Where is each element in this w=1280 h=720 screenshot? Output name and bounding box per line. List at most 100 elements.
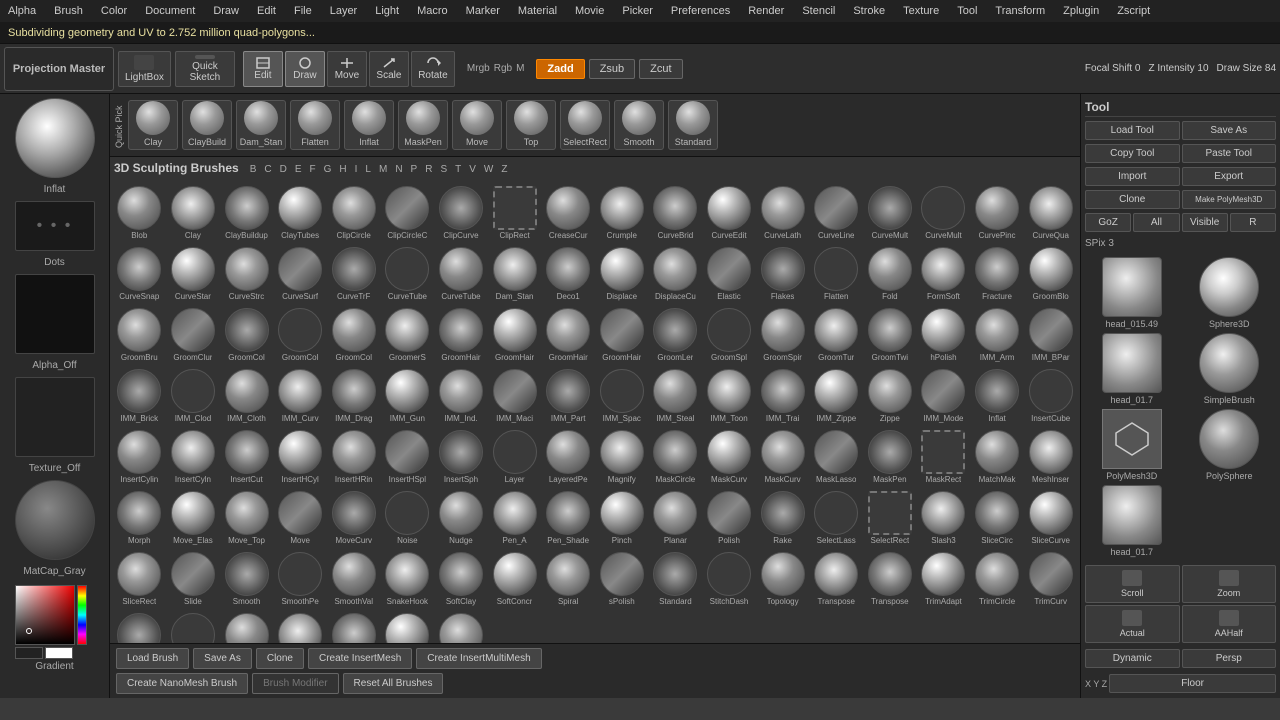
copy-tool-btn[interactable]: Copy Tool [1085, 144, 1180, 163]
brush-item-groomcol[interactable]: GroomCol [328, 306, 379, 364]
zsub-btn[interactable]: Zsub [589, 59, 635, 79]
brush-item-movetop[interactable]: Move_Top [221, 489, 272, 547]
brush-item-transpose[interactable]: Transpose [811, 550, 862, 608]
brush-item-immcloth[interactable]: IMM_Cloth [221, 367, 272, 425]
brush-item-immgun[interactable]: IMM_Gun [382, 367, 433, 425]
brush-item-groomler[interactable]: GroomLer [650, 306, 701, 364]
brush-item-trimlasso[interactable]: TrimLasso [168, 611, 219, 643]
brush-item-maskrect[interactable]: MaskRect [918, 428, 969, 486]
brush-item-curvemult[interactable]: CurveMult [865, 184, 916, 242]
brush-item-trimcircle[interactable]: TrimCircle [972, 550, 1023, 608]
brush-item-curveline[interactable]: CurveLine [811, 184, 862, 242]
brush-item-smoothpe[interactable]: SmoothPe [275, 550, 326, 608]
brush-item-trimdynar[interactable]: TrimDynar [114, 611, 165, 643]
brush-item-groomhair[interactable]: GroomHair [543, 306, 594, 364]
brush-item-cliprect[interactable]: ClipRect [489, 184, 540, 242]
menu-picker[interactable]: Picker [618, 5, 657, 17]
brush-item-curvemult[interactable]: CurveMult [918, 184, 969, 242]
brush-item-immspac[interactable]: IMM_Spac [596, 367, 647, 425]
brush-item-curvetube[interactable]: CurveTube [436, 245, 487, 303]
qp-brush-standard[interactable]: Standard [668, 100, 718, 150]
brush-item-curvesurf[interactable]: CurveSurf [275, 245, 326, 303]
brush-item-inflat[interactable]: Inflat [972, 367, 1023, 425]
menu-stroke[interactable]: Stroke [849, 5, 889, 17]
brush-item-wavel[interactable]: Wavel [275, 611, 326, 643]
brush-item-smoothval[interactable]: SmoothVal [328, 550, 379, 608]
brush-item-groomblo[interactable]: GroomBlo [1025, 245, 1076, 303]
brush-item-pinch[interactable]: Pinch [596, 489, 647, 547]
brush-item-fracture[interactable]: Fracture [972, 245, 1023, 303]
brush-item-clipcurve[interactable]: ClipCurve [436, 184, 487, 242]
sphere3d-tool[interactable]: Sphere3D [1183, 257, 1277, 329]
save-as-tool-btn[interactable]: Save As [1182, 121, 1277, 140]
brush-item-groomspl[interactable]: GroomSpl [704, 306, 755, 364]
brush-item-groomspir[interactable]: GroomSpir [757, 306, 808, 364]
edit-btn[interactable]: Edit [243, 51, 283, 87]
brush-item-groomhair[interactable]: GroomHair [436, 306, 487, 364]
brush-item-masklasso[interactable]: MaskLasso [811, 428, 862, 486]
alpha-filter-m[interactable]: M [376, 163, 390, 176]
alpha-filter-r[interactable]: R [422, 163, 435, 176]
menu-transform[interactable]: Transform [991, 5, 1049, 17]
import-btn[interactable]: Import [1085, 167, 1180, 186]
menu-tool[interactable]: Tool [953, 5, 981, 17]
head-tool-1[interactable]: head_015.49 [1085, 257, 1179, 329]
scale-btn[interactable]: Scale [369, 51, 409, 87]
brush-item-flakes[interactable]: Flakes [757, 245, 808, 303]
brush-item-polish[interactable]: Polish [704, 489, 755, 547]
brush-item-inserthspl[interactable]: InsertHSpl [382, 428, 433, 486]
brush-item-slicecirc[interactable]: SliceCirc [972, 489, 1023, 547]
brush-item-curvestar[interactable]: CurveStar [168, 245, 219, 303]
head-tool-2[interactable]: head_01.7 [1085, 333, 1179, 405]
brush-item-spiral[interactable]: Spiral [543, 550, 594, 608]
brush-item-magnify[interactable]: Magnify [596, 428, 647, 486]
goz-btn[interactable]: GoZ [1085, 213, 1131, 232]
brush-item-insertsph[interactable]: InsertSph [436, 428, 487, 486]
brush-item-curvelath[interactable]: CurveLath [757, 184, 808, 242]
brush-item-morph[interactable]: Morph [114, 489, 165, 547]
brush-item-transpose[interactable]: Transpose [865, 550, 916, 608]
alpha-filter-f[interactable]: F [307, 163, 319, 176]
brush-item-displace[interactable]: Displace [596, 245, 647, 303]
zcut-btn[interactable]: Zcut [639, 59, 682, 79]
brush-item-rake[interactable]: Rake [757, 489, 808, 547]
move-btn[interactable]: Move [327, 51, 367, 87]
texture-preview[interactable] [15, 377, 95, 457]
persp-btn[interactable]: Persp [1182, 649, 1277, 668]
menu-alpha[interactable]: Alpha [4, 5, 40, 17]
alpha-filter-d[interactable]: D [277, 163, 290, 176]
brush-item-immdrag[interactable]: IMM_Drag [328, 367, 379, 425]
matcap-preview[interactable] [15, 480, 95, 560]
create-insertmulti-btn[interactable]: Create InsertMultiMesh [416, 648, 541, 669]
brush-item-move[interactable]: Move [275, 489, 326, 547]
brush-item-zproject[interactable]: ZProject [382, 611, 433, 643]
menu-file[interactable]: File [290, 5, 316, 17]
all-btn[interactable]: All [1133, 213, 1179, 232]
menu-brush[interactable]: Brush [50, 5, 87, 17]
visible-btn[interactable]: Visible [1182, 213, 1228, 232]
draw-btn[interactable]: Draw [285, 51, 325, 87]
brush-item-movecurv[interactable]: MoveCurv [328, 489, 379, 547]
brush-item-groomers[interactable]: GroomerS [382, 306, 433, 364]
brush-item-damstan[interactable]: Dam_Stan [489, 245, 540, 303]
r-btn[interactable]: R [1230, 213, 1276, 232]
brush-item-groombru[interactable]: GroomBru [114, 306, 165, 364]
alpha-filter-g[interactable]: G [321, 163, 335, 176]
brush-item-selectlass[interactable]: SelectLass [811, 489, 862, 547]
brush-item-stitchdash[interactable]: StitchDash [704, 550, 755, 608]
brush-item-crumple[interactable]: Crumple [596, 184, 647, 242]
menu-marker[interactable]: Marker [462, 5, 504, 17]
brush-item-groomtur[interactable]: GroomTur [811, 306, 862, 364]
brush-item-claytubes[interactable]: ClayTubes [275, 184, 326, 242]
polysphere-tool[interactable]: PolySphere [1183, 409, 1277, 481]
simpbrush-tool[interactable]: SimpleBrush [1183, 333, 1277, 405]
brush-item-immarm[interactable]: IMM_Arm [972, 306, 1023, 364]
menu-color[interactable]: Color [97, 5, 131, 17]
brush-item-flatten[interactable]: Flatten [811, 245, 862, 303]
make-polymesh-btn[interactable]: Make PolyMesh3D [1182, 190, 1277, 209]
create-insertmesh-btn[interactable]: Create InsertMesh [308, 648, 412, 669]
menu-zplugin[interactable]: Zplugin [1059, 5, 1103, 17]
brush-item-layer[interactable]: Layer [489, 428, 540, 486]
brush-item-moveelas[interactable]: Move_Elas [168, 489, 219, 547]
brush-item-deco1[interactable]: Deco1 [543, 245, 594, 303]
